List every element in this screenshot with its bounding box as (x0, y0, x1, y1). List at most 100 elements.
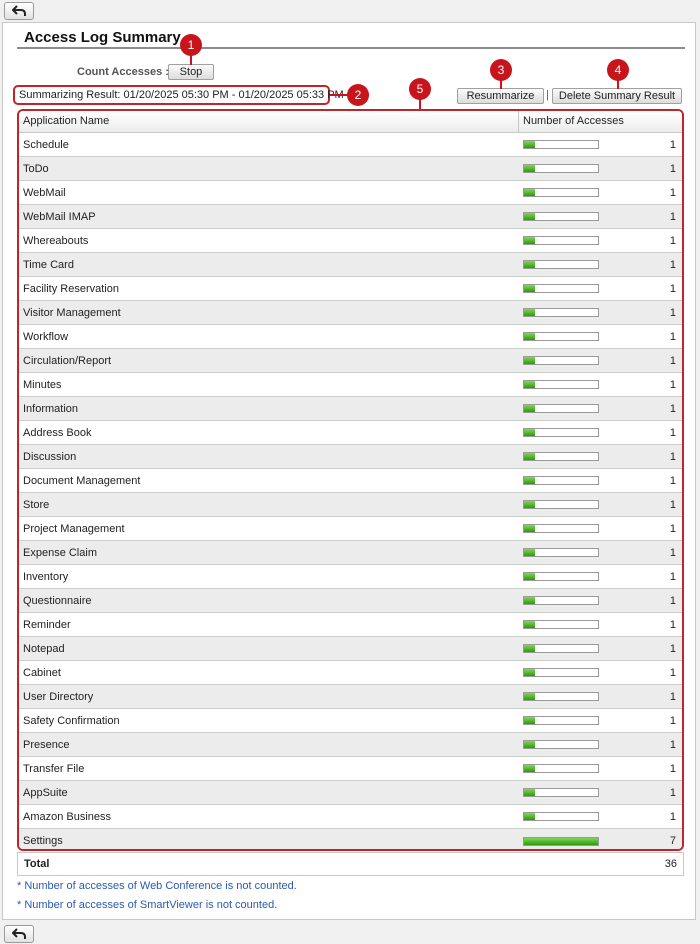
access-summary-table: Application Name Number of Accesses Sche… (17, 109, 684, 851)
access-count-cell: 7 (519, 835, 682, 847)
access-bar-fill (524, 693, 535, 700)
application-name: Transfer File (23, 762, 85, 775)
application-name: Discussion (23, 450, 77, 463)
application-name: Inventory (23, 570, 69, 583)
total-label: Total (24, 858, 50, 870)
access-bar-fill (524, 285, 535, 292)
access-bar (523, 380, 599, 389)
back-button[interactable] (4, 2, 34, 20)
table-row: Workflow 1 (19, 325, 682, 349)
access-bar-fill (524, 813, 535, 820)
access-count-cell: 1 (519, 667, 682, 679)
access-bar (523, 212, 599, 221)
access-count: 1 (669, 738, 676, 751)
access-bar-fill (524, 237, 535, 244)
access-count: 1 (669, 642, 676, 655)
application-name: Settings (23, 835, 63, 847)
access-bar (523, 548, 599, 557)
access-count-cell: 1 (519, 163, 682, 175)
back-arrow-icon (12, 928, 26, 939)
access-bar-fill (524, 789, 535, 796)
callout-2-line (330, 94, 348, 96)
access-bar (523, 836, 599, 846)
access-count: 1 (669, 282, 676, 295)
access-count: 1 (669, 450, 676, 463)
access-count-cell: 1 (519, 331, 682, 343)
access-bar (523, 644, 599, 653)
access-count-cell: 1 (519, 139, 682, 151)
access-count-cell: 1 (519, 499, 682, 511)
table-row: Amazon Business 1 (19, 805, 682, 829)
application-name: Facility Reservation (23, 282, 119, 295)
access-bar (523, 764, 599, 773)
table-row: Reminder 1 (19, 613, 682, 637)
access-bar-fill (524, 309, 535, 316)
table-row: Minutes 1 (19, 373, 682, 397)
access-count-cell: 1 (519, 475, 682, 487)
access-bar (523, 404, 599, 413)
access-bar (523, 812, 599, 821)
access-bar (523, 188, 599, 197)
access-count-cell: 1 (519, 619, 682, 631)
application-name: Whereabouts (23, 234, 89, 247)
access-bar-fill (524, 261, 535, 268)
application-name: Document Management (23, 474, 141, 487)
table-row: Cabinet 1 (19, 661, 682, 685)
access-bar (523, 692, 599, 701)
access-bar-fill (524, 429, 535, 436)
table-row: Settings 7 (19, 829, 682, 849)
access-count: 1 (669, 546, 676, 559)
access-bar (523, 428, 599, 437)
access-bar-fill (524, 477, 535, 484)
access-count-cell: 1 (519, 691, 682, 703)
access-bar-fill (524, 717, 535, 724)
access-count-cell: 1 (519, 547, 682, 559)
access-count-cell: 1 (519, 787, 682, 799)
access-count: 1 (669, 378, 676, 391)
access-count-cell: 1 (519, 715, 682, 727)
access-count: 1 (669, 498, 676, 511)
table-row: Circulation/Report 1 (19, 349, 682, 373)
back-button-bottom[interactable] (4, 925, 34, 943)
access-bar (523, 140, 599, 149)
access-count: 1 (669, 762, 676, 775)
access-bar (523, 572, 599, 581)
application-name: Store (23, 498, 50, 511)
table-row: Transfer File 1 (19, 757, 682, 781)
table-row: Questionnaire 1 (19, 589, 682, 613)
application-name: ToDo (23, 162, 49, 175)
table-row: Safety Confirmation 1 (19, 709, 682, 733)
access-count-cell: 1 (519, 355, 682, 367)
access-bar (523, 452, 599, 461)
access-count: 1 (669, 474, 676, 487)
table-row: Time Card 1 (19, 253, 682, 277)
access-count: 1 (669, 234, 676, 247)
access-bar (523, 164, 599, 173)
application-name: Minutes (23, 378, 62, 391)
access-count-cell: 1 (519, 259, 682, 271)
access-count: 1 (669, 306, 676, 319)
access-bar (523, 476, 599, 485)
table-row: Information 1 (19, 397, 682, 421)
main-panel: Access Log Summary Count Accesses : Stop… (2, 22, 696, 920)
table-row: Presence 1 (19, 733, 682, 757)
note-web-conference: * Number of accesses of Web Conference i… (17, 880, 297, 892)
access-count: 1 (669, 618, 676, 631)
application-name: User Directory (23, 690, 94, 703)
resummarize-button[interactable]: Resummarize (457, 88, 544, 104)
access-bar (523, 788, 599, 797)
application-name: Workflow (23, 330, 69, 343)
stop-button[interactable]: Stop (168, 64, 214, 80)
application-name: Questionnaire (23, 594, 92, 607)
access-bar-fill (524, 525, 535, 532)
table-row: Expense Claim 1 (19, 541, 682, 565)
access-bar-fill (524, 621, 535, 628)
application-name: WebMail IMAP (23, 210, 96, 223)
column-header-accesses: Number of Accesses (523, 115, 624, 127)
callout-badge-1: 1 (180, 34, 202, 56)
access-count: 1 (669, 162, 676, 175)
note-smartviewer: * Number of accesses of SmartViewer is n… (17, 899, 278, 911)
access-bar (523, 332, 599, 341)
delete-summary-button[interactable]: Delete Summary Result (552, 88, 682, 104)
access-count-cell: 1 (519, 283, 682, 295)
